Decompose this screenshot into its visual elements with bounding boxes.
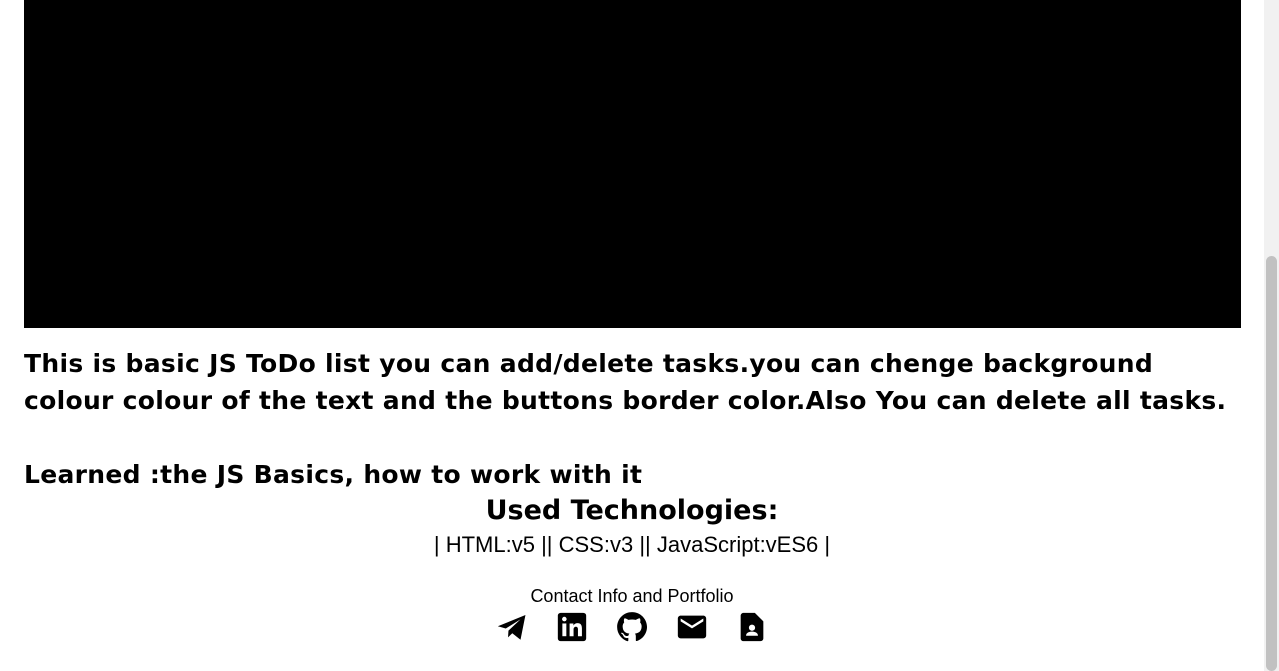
telegram-link[interactable] <box>495 610 529 644</box>
resume-icon <box>740 612 764 642</box>
project-description: This is basic JS ToDo list you can add/d… <box>24 349 1227 415</box>
page: This is basic JS ToDo list you can add/d… <box>0 0 1279 671</box>
project-learned: Learned :the JS Basics, how to work with… <box>24 460 643 489</box>
resume-link[interactable] <box>735 610 769 644</box>
linkedin-icon <box>557 612 587 642</box>
contact-title: Contact Info and Portfolio <box>530 586 734 606</box>
scrollbar-thumb[interactable] <box>1266 256 1277 671</box>
linkedin-link[interactable] <box>555 610 589 644</box>
github-icon <box>617 612 648 642</box>
email-link[interactable] <box>675 610 709 644</box>
contact-links <box>0 610 1264 644</box>
vertical-scrollbar[interactable] <box>1264 0 1279 671</box>
project-preview[interactable] <box>24 0 1241 328</box>
telegram-icon <box>497 614 526 640</box>
technologies-title: Used Technologies: <box>485 495 779 526</box>
email-icon <box>677 615 707 639</box>
technologies-list: | HTML:v5 || CSS:v3 || JavaScript:vES6 | <box>433 532 831 557</box>
github-link[interactable] <box>615 610 649 644</box>
